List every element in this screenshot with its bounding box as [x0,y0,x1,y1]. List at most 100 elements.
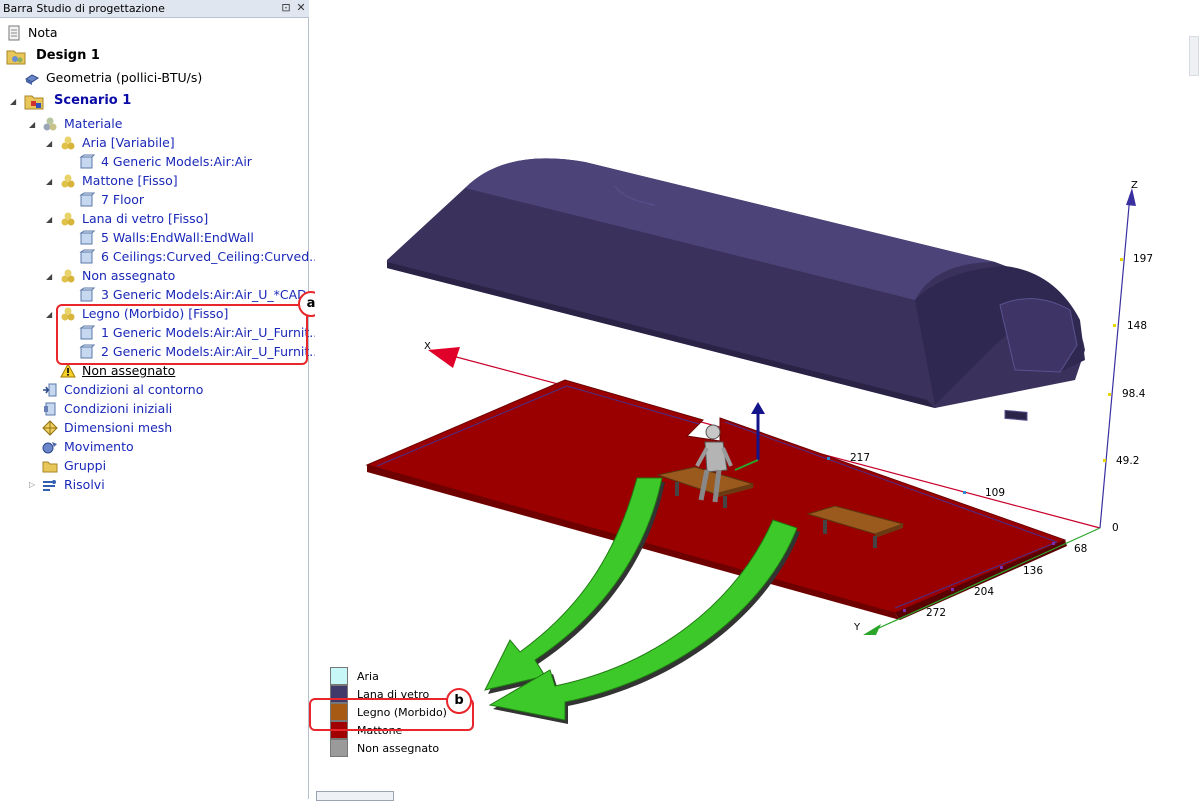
y-tick-label: 272 [926,607,947,619]
collapse-arrow-icon[interactable]: ◢ [46,178,54,186]
tree-label: Condizioni al contorno [64,382,204,397]
tree-item-mattone[interactable]: ◢ Mattone [Fisso] [0,172,300,191]
material-icon [61,136,75,150]
z-tick-label: 0 [1112,522,1119,534]
x-axis-label: X [424,341,431,352]
geometry-icon [25,74,39,85]
tree-item-lana-part-1[interactable]: 5 Walls:EndWall:EndWall [0,229,300,248]
material-icon [61,269,75,283]
motion-icon [42,442,57,454]
tree-item-lana[interactable]: ◢ Lana di vetro [Fisso] [0,210,300,229]
scenario-folder-icon [24,95,44,110]
tree-label: Non assegnato [82,363,176,378]
callout-box-a [56,304,308,365]
tree-label: 4 Generic Models:Air:Air [101,154,252,169]
tree-item-nota[interactable]: Nota [0,24,300,43]
design-folder-icon [6,50,26,65]
tree-label: 5 Walls:EndWall:EndWall [101,230,254,245]
part-cube-icon [79,154,95,169]
part-cube-icon [79,249,95,264]
tree-label: Nota [28,25,58,40]
z-tick-label: 98.4 [1122,388,1146,400]
part-cube-icon [79,192,95,207]
y-tick-label: 68 [1074,543,1088,555]
callout-label-b: b [446,688,472,714]
y-axis-label: Y [854,622,861,633]
legend-label: Non assegnato [357,742,440,755]
legend-label: Aria [357,670,379,683]
tree-item-non-assegnato-part[interactable]: 3 Generic Models:Air:Air_U_*CAD... [0,286,319,305]
tree-item-aria[interactable]: ◢ Aria [Variabile] [0,134,300,153]
tree-item-mesh-sizes[interactable]: Dimensioni mesh [0,419,300,438]
tree-label: Movimento [64,439,134,454]
tree-item-aria-part[interactable]: 4 Generic Models:Air:Air [0,153,300,172]
material-icon [61,212,75,226]
tree-label: Gruppi [64,458,107,473]
collapse-arrow-icon[interactable]: ◢ [46,216,54,224]
tree-item-scenario[interactable]: ◢ Scenario 1 [0,92,300,111]
collapse-arrow-icon[interactable]: ◢ [46,273,54,281]
legend-item: Non assegnato [330,739,530,757]
tree-label: Geometria (pollici-BTU/s) [46,70,203,85]
tree-label: Materiale [64,116,123,131]
panel-title: Barra Studio di progettazione [3,2,165,15]
z-tick-label: 197 [1133,253,1154,265]
x-tick-label: 217 [850,452,871,464]
mesh-icon [42,420,58,436]
tree-label: Risolvi [64,477,105,492]
tree-label: 6 Ceilings:Curved_Ceiling:Curved... [101,249,322,264]
tree-label: 7 Floor [101,192,145,207]
tree-item-groups[interactable]: Gruppi [0,457,300,476]
x-axis-arrow [428,347,460,368]
tree-label: Non assegnato [82,268,176,283]
viewport-scrollbar[interactable] [1189,36,1199,76]
expand-arrow-icon[interactable]: ▷ [29,481,37,489]
tree-item-mattone-part[interactable]: 7 Floor [0,191,300,210]
tree-label: 3 Generic Models:Air:Air_U_*CAD... [101,287,319,302]
material-icon [43,117,57,131]
design-study-bar: Barra Studio di progettazione ⊡ ✕ Nota D… [0,0,321,799]
tree-item-solve[interactable]: ▷ Risolvi [0,476,300,495]
pin-icon[interactable]: ⊡ [279,1,293,15]
z-axis-label: Z [1131,180,1138,191]
y-tick-label: 136 [1023,565,1044,577]
tree-item-materiale[interactable]: ◢ Materiale [0,115,300,134]
x-tick-label: 109 [985,487,1006,499]
tree-item-geometria[interactable]: Geometria (pollici-BTU/s) [0,69,300,88]
warning-icon [60,363,76,378]
collapse-arrow-icon[interactable]: ◢ [46,311,54,319]
tree-label: Aria [Variabile] [82,135,175,150]
collapse-arrow-icon[interactable]: ◢ [10,98,18,106]
part-cube-icon [79,230,95,245]
tree-item-design[interactable]: Design 1 [0,47,300,66]
tree-item-boundary-conditions[interactable]: Condizioni al contorno [0,381,300,400]
tree-item-motion[interactable]: Movimento [0,438,300,457]
tree-label: Scenario 1 [54,93,132,108]
tree-item-initial-conditions[interactable]: Condizioni iniziali [0,400,300,419]
z-tick-label: 49.2 [1116,455,1140,467]
legend-swatch [330,739,348,757]
collapse-arrow-icon[interactable]: ◢ [46,140,54,148]
tree-label: Mattone [Fisso] [82,173,178,188]
tree-label: Dimensioni mesh [64,420,173,435]
tree-label: Condizioni iniziali [64,401,173,416]
collapse-arrow-icon[interactable]: ◢ [29,121,37,129]
initial-conditions-icon [44,402,56,416]
y-tick-label: 204 [974,586,995,598]
panel-header: Barra Studio di progettazione ⊡ ✕ [0,0,309,18]
ceiling-model [387,158,1085,421]
tree-label: Design 1 [36,48,100,63]
z-axis-line [1099,194,1131,529]
z-tick-label: 148 [1127,320,1148,332]
close-icon[interactable]: ✕ [294,1,308,15]
boundary-conditions-icon [43,383,57,397]
solve-icon [43,480,56,491]
groups-folder-icon [42,461,58,473]
y-axis-arrow [863,624,881,635]
bottom-tab[interactable] [316,791,394,801]
tree-label: Lana di vetro [Fisso] [82,211,209,226]
tree-item-non-assegnato[interactable]: ◢ Non assegnato [0,267,300,286]
note-icon [8,25,20,41]
tree-item-lana-part-2[interactable]: 6 Ceilings:Curved_Ceiling:Curved... [0,248,321,267]
material-icon [61,174,75,188]
